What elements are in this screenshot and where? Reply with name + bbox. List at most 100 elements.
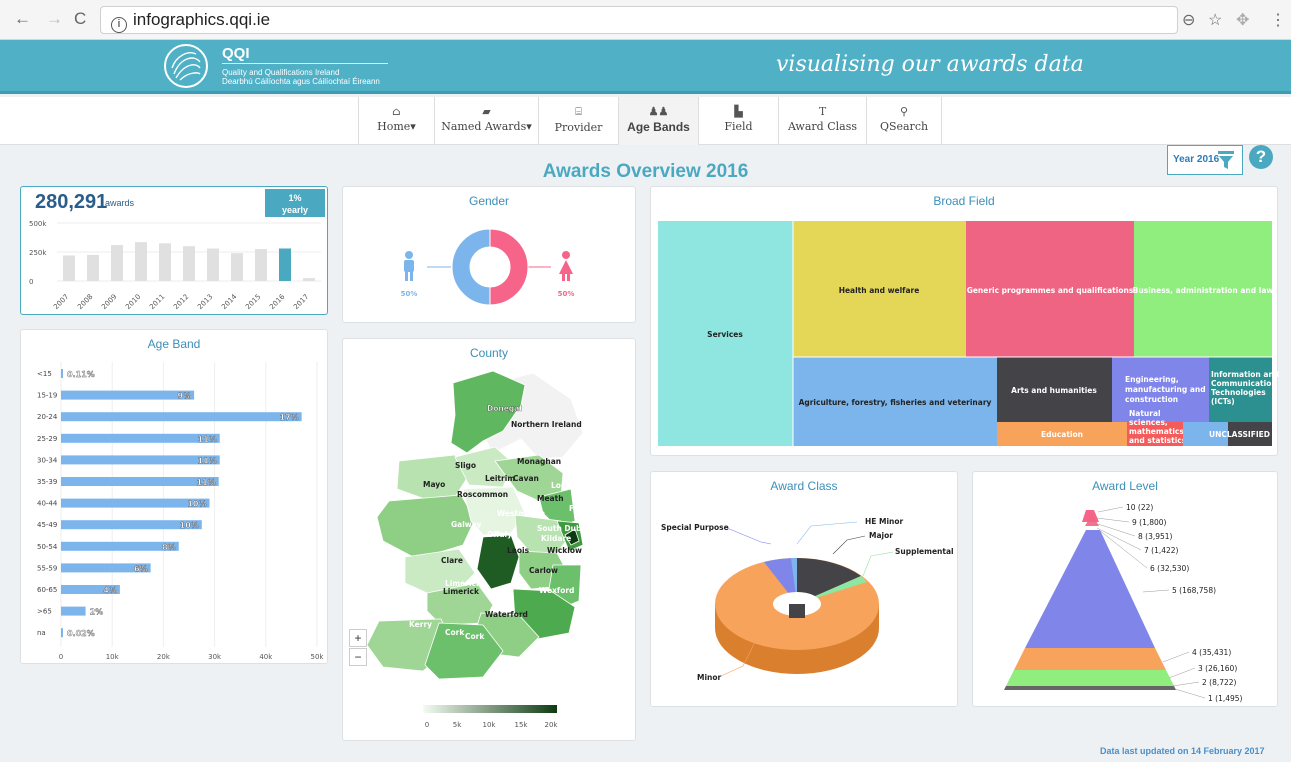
age-bar-label: 6% — [134, 564, 148, 573]
county-panel: County Donegal Northern Ireland Sligo Mo… — [342, 338, 636, 741]
county-label: Leitrim — [485, 474, 515, 483]
extension-icon[interactable]: ✥ — [1236, 10, 1249, 30]
more-icon[interactable]: ⋮ — [1270, 10, 1286, 30]
county-label: Laois — [507, 546, 530, 555]
broad-field-treemap: Services Health and welfare Generic prog… — [658, 221, 1279, 446]
treemap-label: Education — [1041, 430, 1083, 439]
year-bar — [231, 253, 243, 281]
treemap-label: Agriculture, forestry, fisheries and vet… — [799, 398, 992, 407]
age-bar — [61, 541, 179, 551]
back-icon[interactable]: ← — [14, 9, 31, 29]
age-bar-label: 11% — [198, 456, 217, 465]
male-percent: 50% — [401, 290, 418, 298]
level-label: 9 (1,800) — [1132, 518, 1167, 527]
county-label: Roscommon — [457, 490, 508, 499]
last-updated: Data last updated on 14 February 2017 — [1100, 746, 1265, 756]
county-label: Carlow — [529, 566, 558, 575]
x-tick-label: 2015 — [244, 293, 262, 311]
x-tick-label: 2016 — [268, 292, 287, 311]
age-band-panel: Age Band 0 10k 20k 30k 40k 50k <15 0.11% 15-19 9%… — [20, 329, 328, 664]
level-label: 1 (1,495) — [1208, 694, 1243, 703]
menu-provider[interactable]: ⌸ Provider — [538, 97, 618, 145]
x-tick-label: 0 — [59, 653, 63, 661]
age-band-title: Age Band — [147, 337, 201, 351]
menu-named-awards[interactable]: ▰ Named Awards▾ — [434, 97, 538, 145]
county-label: Cork — [445, 628, 465, 637]
age-bar-label: 4% — [103, 586, 117, 595]
level-label: 6 (32,530) — [1150, 564, 1189, 573]
bank-icon: ⌸ — [575, 105, 582, 118]
qqi-logo[interactable] — [164, 44, 208, 88]
treemap-label: Engineering, — [1125, 375, 1179, 384]
pie-label: Special Purpose — [661, 523, 729, 532]
tagline: visualising our awards data — [776, 52, 1084, 77]
reload-icon[interactable]: C — [74, 9, 86, 29]
legend-tick: 10k — [483, 721, 497, 729]
donut-slice-male — [451, 228, 491, 306]
brand-subtitle-ga: Dearbhú Cáilíochta agus Cáilíochtaí Éire… — [222, 77, 380, 86]
female-percent: 50% — [558, 290, 575, 298]
award-class-title: Award Class — [770, 479, 838, 493]
x-tick-label: 2009 — [100, 293, 118, 311]
menu-award-class[interactable]: T Award Class — [778, 97, 866, 145]
yearly-change-label: yearly — [281, 205, 309, 215]
year-bar — [87, 254, 99, 281]
star-icon[interactable]: ☆ — [1208, 10, 1222, 30]
treemap-label: sciences, — [1129, 418, 1168, 427]
browser-toolbar: ← → C i infographics.qqi.ie ⊖ ☆ ✥ ⋮ — [0, 0, 1291, 40]
total-unit: awards — [105, 198, 135, 208]
treemap-label: and statistics — [1129, 436, 1187, 445]
x-tick-label: 30k — [208, 653, 222, 661]
year-bar — [111, 245, 123, 281]
county-label: Sligo — [455, 461, 476, 470]
award-level-title: Award Level — [1092, 479, 1158, 493]
forward-icon[interactable]: → — [46, 9, 63, 29]
age-bar-label: 11% — [197, 478, 216, 487]
county-label: Donegal — [487, 404, 522, 413]
menu-qsearch[interactable]: ⚲ QSearch — [866, 97, 942, 145]
menu-label: QSearch — [879, 120, 929, 133]
pyramid-level-4 — [1014, 648, 1166, 670]
zoom-in-button[interactable]: + — [349, 629, 367, 647]
county-label: Kildare — [541, 534, 571, 543]
broad-field-title: Broad Field — [933, 194, 995, 208]
year-filter-button[interactable]: Year 2016 — [1167, 145, 1243, 175]
age-band-chart: 0 10k 20k 30k 40k 50k <15 0.11% 15-19 9% 20-24 17% 2… — [37, 362, 324, 661]
year-bar — [303, 278, 315, 281]
age-category-label: 35-39 — [37, 478, 57, 486]
page-title: Awards Overview 2016 — [542, 161, 749, 182]
pie-label: Minor — [697, 673, 722, 682]
treemap-label: manufacturing and — [1125, 385, 1206, 394]
gender-chart: 50% 50% — [401, 228, 575, 306]
menu-label: Field — [724, 120, 753, 133]
address-bar[interactable]: i infographics.qqi.ie — [100, 6, 1178, 34]
age-bar-label: 10% — [180, 521, 199, 530]
male-icon — [404, 251, 414, 281]
county-map[interactable]: Donegal Northern Ireland Sligo Monaghan … — [343, 361, 637, 741]
county-label: Kerry — [409, 620, 432, 629]
help-button[interactable]: ? — [1249, 145, 1273, 169]
menu-age-bands[interactable]: ♟♟ Age Bands — [618, 97, 698, 145]
age-bar — [61, 455, 220, 465]
zoom-icon[interactable]: ⊖ — [1182, 10, 1195, 30]
brand-subtitle: Quality and Qualifications Ireland Dearbh… — [222, 68, 380, 86]
url-text: infographics.qqi.ie — [133, 10, 271, 29]
age-bar-label: 0.11% — [67, 370, 95, 379]
age-category-label: 40-44 — [37, 500, 58, 508]
menu-home[interactable]: ⌂ Home▾ — [358, 97, 434, 145]
age-category-label: 55-59 — [37, 564, 57, 572]
brand-subtitle-en: Quality and Qualifications Ireland — [222, 68, 340, 77]
level-label: 7 (1,422) — [1144, 546, 1179, 555]
award-level-chart: 10 (22) 9 (1,800) 8 (3,951) 7 (1,422) 6 … — [1004, 503, 1243, 703]
age-category-label: 15-19 — [37, 392, 57, 400]
info-icon[interactable]: i — [111, 17, 127, 33]
age-category-label: 25-29 — [37, 435, 57, 443]
treemap-label: (ICTs) — [1211, 397, 1235, 406]
county-label: Meath — [537, 494, 564, 503]
legend-tick: 0 — [425, 721, 429, 729]
menu-field[interactable]: ▙ Field — [698, 97, 778, 145]
age-bar — [61, 390, 195, 400]
map-region-offaly-laois — [476, 534, 520, 590]
zoom-out-button[interactable]: − — [349, 648, 367, 666]
treemap-label: Business, administration and law — [1133, 286, 1274, 295]
